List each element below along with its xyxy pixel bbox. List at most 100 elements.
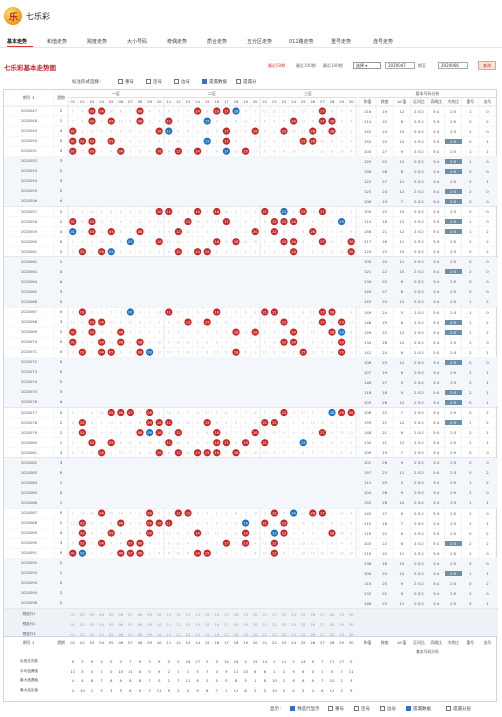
- nav-tab[interactable]: 连号走势: [373, 38, 393, 45]
- forecast-cell[interactable]: 09: [145, 612, 155, 617]
- miss-count: 2: [110, 451, 112, 455]
- nav-tab[interactable]: 质合走势: [207, 38, 227, 45]
- forecast-cell[interactable]: 29: [337, 612, 347, 617]
- bottom-option-checkbox[interactable]: 连号: [354, 706, 370, 712]
- forecast-cell[interactable]: 02: [78, 622, 88, 627]
- forecast-cell[interactable]: 29: [337, 622, 347, 627]
- forecast-cell[interactable]: 15: [202, 622, 212, 627]
- forecast-cell[interactable]: 16: [212, 612, 222, 617]
- forecast-cell[interactable]: 26: [308, 612, 318, 617]
- forecast-cell[interactable]: 27: [318, 612, 328, 617]
- ball-number: 10: [157, 431, 161, 435]
- stat-value: 2:5: [450, 279, 457, 285]
- nav-tab[interactable]: 五分区走势: [247, 38, 272, 45]
- forecast-cell[interactable]: 25: [298, 622, 308, 627]
- forecast-cell[interactable]: 01: [68, 622, 78, 627]
- bottom-option-checkbox[interactable]: 预选行显示: [290, 706, 320, 712]
- nav-tab[interactable]: 重号走势: [331, 38, 351, 45]
- forecast-cell[interactable]: 08: [135, 622, 145, 627]
- bottom-option-checkbox[interactable]: 边号: [380, 706, 396, 712]
- recent-custom-link[interactable]: 最近100期: [323, 63, 343, 69]
- option-checkbox[interactable]: 遗漏分: [236, 79, 257, 85]
- forecast-cell[interactable]: 07: [126, 622, 136, 627]
- forecast-cell[interactable]: 18: [231, 622, 241, 627]
- forecast-cell[interactable]: 17: [222, 612, 232, 617]
- forecast-cell[interactable]: 10: [154, 612, 164, 617]
- nav-tab[interactable]: 基本走势: [7, 38, 27, 45]
- forecast-cell[interactable]: 28: [327, 622, 337, 627]
- forecast-cell[interactable]: 13: [183, 622, 193, 627]
- forecast-cell[interactable]: 17: [222, 622, 232, 627]
- option-checkbox[interactable]: 连号: [146, 79, 162, 85]
- forecast-cell[interactable]: 14: [193, 612, 203, 617]
- miss-count: 5: [312, 340, 314, 344]
- forecast-cell[interactable]: 06: [116, 612, 126, 617]
- query-button[interactable]: 查询: [478, 61, 496, 70]
- forecast-cell[interactable]: 30: [346, 612, 356, 617]
- forecast-cell[interactable]: 21: [260, 612, 270, 617]
- option-checkbox[interactable]: 遗漏数据: [202, 79, 227, 85]
- forecast-cell[interactable]: 18: [231, 612, 241, 617]
- option-checkbox[interactable]: 重号: [118, 79, 134, 85]
- forecast-cell[interactable]: 11: [164, 612, 174, 617]
- forecast-cell[interactable]: 12: [174, 622, 184, 627]
- forecast-cell[interactable]: 30: [346, 622, 356, 627]
- forecast-cell[interactable]: 05: [106, 622, 116, 627]
- miss-count: 4: [283, 250, 285, 254]
- forecast-cell[interactable]: 03: [87, 622, 97, 627]
- forecast-cell[interactable]: 14: [193, 622, 203, 627]
- forecast-cell[interactable]: 01: [68, 612, 78, 617]
- forecast-cell[interactable]: 16: [212, 622, 222, 627]
- forecast-cell[interactable]: 04: [97, 622, 107, 627]
- forecast-cell[interactable]: 20: [250, 622, 260, 627]
- option-checkbox[interactable]: 边号: [174, 79, 190, 85]
- recent-100-link[interactable]: 最近100期: [296, 63, 316, 69]
- forecast-cell[interactable]: 13: [183, 612, 193, 617]
- forecast-cell[interactable]: 09: [145, 622, 155, 627]
- forecast-cell[interactable]: 10: [154, 622, 164, 627]
- summary-value: 2: [186, 687, 190, 693]
- forecast-cell[interactable]: 23: [279, 622, 289, 627]
- forecast-label[interactable]: 预选行1: [4, 612, 54, 617]
- date-from-field[interactable]: 2020047: [385, 62, 415, 69]
- forecast-cell[interactable]: 08: [135, 612, 145, 617]
- forecast-cell[interactable]: 26: [308, 622, 318, 627]
- period-select[interactable]: 选择 ▾: [353, 62, 381, 69]
- nav-tab[interactable]: 跨度走势: [87, 38, 107, 45]
- forecast-cell[interactable]: 27: [318, 622, 328, 627]
- forecast-cell[interactable]: 15: [202, 612, 212, 617]
- summary-value: 8: [263, 678, 266, 683]
- forecast-cell[interactable]: 12: [174, 612, 184, 617]
- nav-tab[interactable]: 012路走势: [289, 38, 314, 45]
- forecast-cell[interactable]: 25: [298, 612, 308, 617]
- bottom-option-checkbox[interactable]: 遗漏数据: [406, 706, 431, 712]
- recent-50-link[interactable]: 最近50期: [268, 63, 285, 69]
- forecast-cell[interactable]: 22: [270, 622, 280, 627]
- forecast-label[interactable]: 预选行2: [4, 622, 54, 627]
- stat-value: 3:4: [433, 460, 440, 466]
- forecast-cell[interactable]: 05: [106, 612, 116, 617]
- forecast-cell[interactable]: 21: [260, 622, 270, 627]
- nav-tab[interactable]: 奇偶走势: [167, 38, 187, 45]
- forecast-cell[interactable]: 28: [327, 612, 337, 617]
- bottom-option-checkbox[interactable]: 遗漏分层: [446, 706, 471, 712]
- forecast-cell[interactable]: 22: [270, 612, 280, 617]
- nav-tab[interactable]: 大小号码: [127, 38, 147, 45]
- forecast-cell[interactable]: 24: [289, 612, 299, 617]
- forecast-cell[interactable]: 20: [250, 612, 260, 617]
- forecast-cell[interactable]: 02: [78, 612, 88, 617]
- miss-count: 1: [312, 531, 314, 535]
- forecast-cell[interactable]: 23: [279, 612, 289, 617]
- bottom-option-checkbox[interactable]: 重号: [328, 706, 344, 712]
- forecast-cell[interactable]: 19: [241, 612, 251, 617]
- forecast-cell[interactable]: 11: [164, 622, 174, 627]
- forecast-cell[interactable]: 07: [126, 612, 136, 617]
- miss-count: 10: [224, 210, 228, 214]
- forecast-cell[interactable]: 06: [116, 622, 126, 627]
- nav-tab[interactable]: 和值走势: [47, 38, 67, 45]
- forecast-cell[interactable]: 03: [87, 612, 97, 617]
- forecast-cell[interactable]: 24: [289, 622, 299, 627]
- forecast-cell[interactable]: 04: [97, 612, 107, 617]
- forecast-cell[interactable]: 19: [241, 622, 251, 627]
- date-to-field[interactable]: 2020066: [438, 62, 468, 69]
